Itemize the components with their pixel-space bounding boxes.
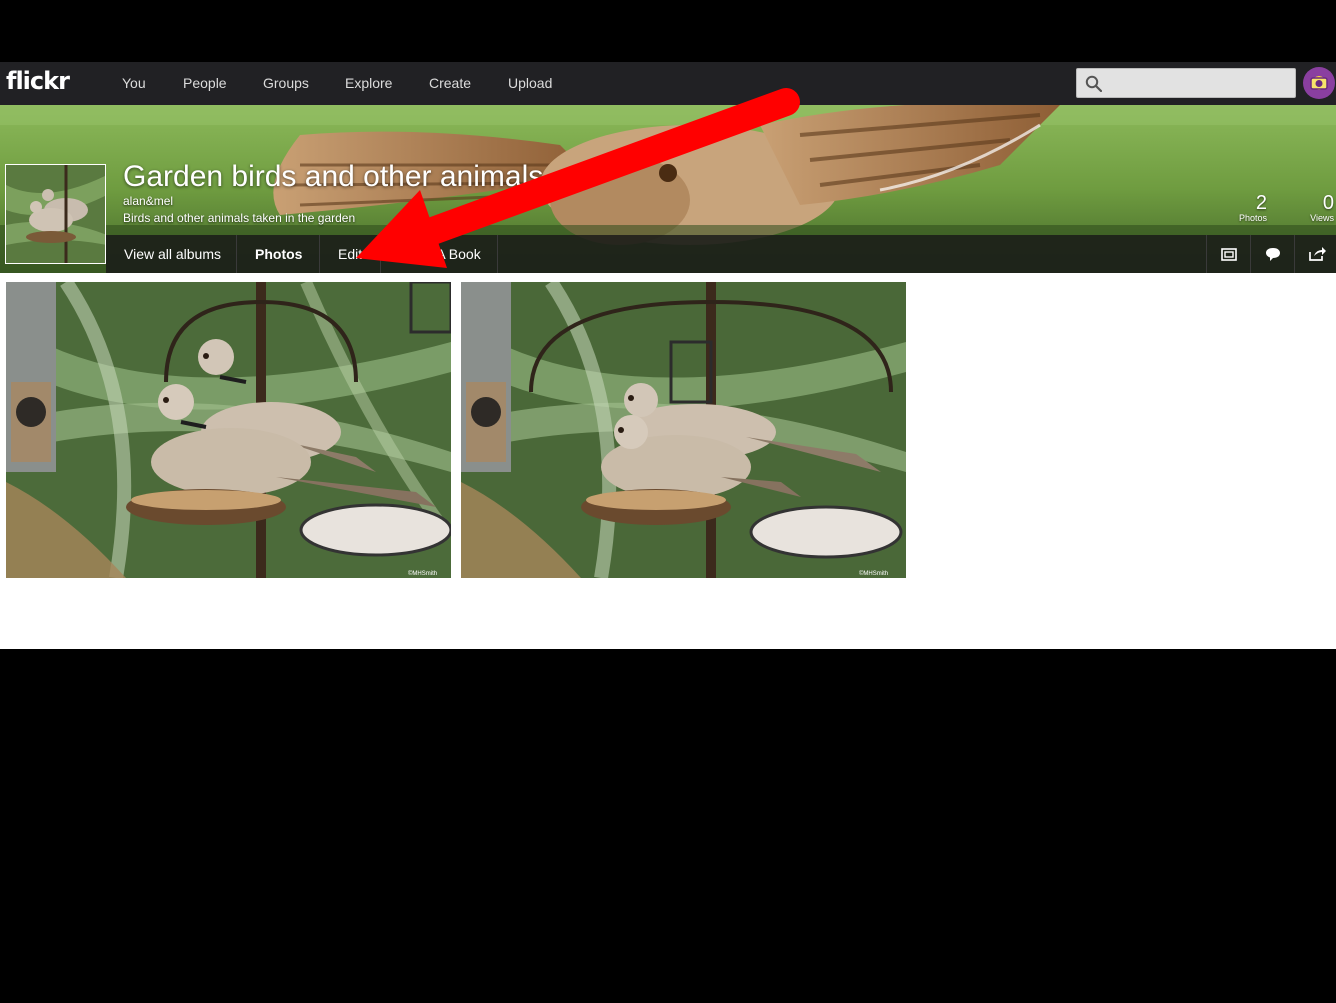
search-icon [1085, 75, 1102, 92]
album-owner[interactable]: alan&mel [123, 194, 173, 208]
nav-item-you[interactable]: You [122, 75, 146, 91]
view-all-albums-link[interactable]: View all albums [106, 235, 237, 273]
stat-views-label: Views [1310, 213, 1334, 223]
nav-item-upload[interactable]: Upload [508, 75, 552, 91]
nav-item-people[interactable]: People [183, 75, 227, 91]
stat-photos-label: Photos [1238, 213, 1267, 223]
photo-watermark: ©MHSmith [859, 570, 888, 577]
comment-icon[interactable] [1250, 235, 1294, 273]
stat-photos: 2 Photos [1237, 192, 1267, 223]
album-cover: Garden birds and other animals alan&mel … [0, 105, 1336, 273]
slideshow-icon[interactable] [1206, 235, 1250, 273]
tab-photos[interactable]: Photos [237, 235, 320, 273]
stat-views-count: 0 [1322, 192, 1334, 214]
stat-photos-count: 2 [1255, 192, 1267, 214]
make-a-book-button[interactable]: Make A Book [381, 235, 498, 273]
nav-item-explore[interactable]: Explore [345, 75, 392, 91]
stat-views: 0 Views [1304, 192, 1334, 223]
nav-item-groups[interactable]: Groups [263, 75, 309, 91]
top-black-band [0, 0, 1336, 62]
edit-button[interactable]: Edit [320, 235, 381, 273]
photo-tile[interactable]: ©MHSmith [6, 282, 451, 578]
album-cover-thumbnail[interactable] [5, 164, 106, 264]
search-input[interactable] [1076, 68, 1296, 98]
photo-tile[interactable]: ©MHSmith [461, 282, 906, 578]
global-navbar: flickr You People Groups Explore Create … [0, 62, 1336, 105]
album-title: Garden birds and other animals [123, 160, 544, 193]
album-subnav: View all albums Photos Edit Make A Book [106, 235, 1336, 273]
album-description: Birds and other animals taken in the gar… [123, 211, 356, 225]
flickr-logo[interactable]: flickr [6, 67, 70, 95]
photo-grid: ©MHSmith ©MHSmith [0, 273, 1336, 649]
share-icon[interactable] [1294, 235, 1336, 273]
photo-watermark: ©MHSmith [408, 570, 437, 577]
nav-item-create[interactable]: Create [429, 75, 471, 91]
avatar[interactable] [1303, 67, 1335, 99]
